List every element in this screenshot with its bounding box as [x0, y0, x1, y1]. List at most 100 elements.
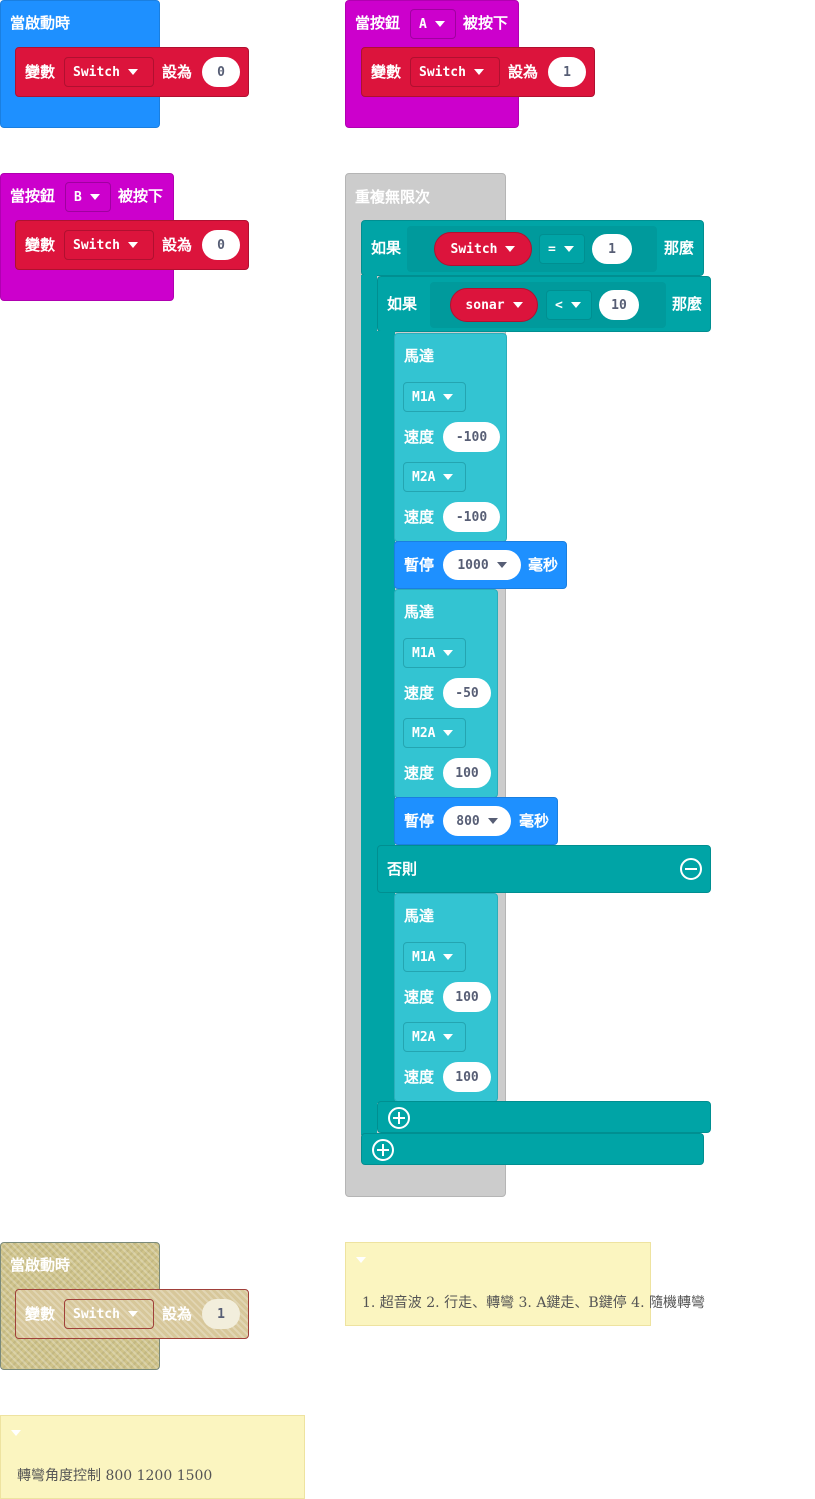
pressed-label: 被按下	[118, 187, 164, 205]
motor-block[interactable]: 馬達 M1A 速度 100 M2A 速度 100	[394, 893, 498, 1102]
set-variable-block[interactable]: 變數 Switch 設為 1	[361, 47, 595, 97]
pause-duration-dropdown[interactable]: 1000	[443, 550, 521, 580]
then-label: 那麼	[672, 295, 703, 313]
motor-m2-dropdown[interactable]: M2A	[403, 462, 466, 492]
if-inner-arm	[377, 331, 395, 1103]
chevron-down-icon	[443, 730, 454, 736]
chevron-down-icon	[570, 302, 581, 308]
chevron-down-icon	[512, 302, 523, 308]
variable-switch-reporter[interactable]: Switch	[434, 232, 532, 266]
speed-input[interactable]: -100	[443, 422, 500, 452]
motor-label: 馬達	[404, 603, 435, 621]
if-inner-footer[interactable]	[377, 1101, 711, 1133]
motor-block[interactable]: 馬達 M1A 速度 -100 M2A 速度 -100	[394, 333, 507, 542]
motor-label: 馬達	[404, 907, 435, 925]
speed-label: 速度	[404, 988, 435, 1006]
forever-label: 重複無限次	[355, 188, 431, 206]
set-to-label: 設為	[508, 63, 539, 81]
comment-text: 1. 超音波 2. 行走、轉彎 3. A鍵走、B鍵停 4. 隨機轉彎	[362, 1295, 705, 1311]
on-start-label: 當啟動時	[10, 1256, 71, 1274]
else-label: 否則	[387, 860, 418, 878]
set-to-label: 設為	[162, 1305, 193, 1323]
speed-input[interactable]: -100	[443, 502, 500, 532]
motor-m1-dropdown[interactable]: M1A	[403, 942, 466, 972]
motor-m1-dropdown[interactable]: M1A	[403, 382, 466, 412]
speed-input[interactable]: 100	[443, 982, 491, 1012]
pause-duration-dropdown[interactable]: 800	[443, 806, 511, 836]
comment-text: 轉彎角度控制 800 1200 1500	[17, 1468, 213, 1484]
speed-label: 速度	[404, 508, 435, 526]
motor-m1-dropdown[interactable]: M1A	[403, 638, 466, 668]
ms-label: 毫秒	[519, 812, 550, 830]
comment-note[interactable]: 轉彎角度控制 800 1200 1500	[0, 1415, 305, 1499]
chevron-down-icon	[443, 394, 454, 400]
button-dropdown[interactable]: A	[410, 9, 456, 39]
set-to-label: 設為	[162, 236, 193, 254]
variable-dropdown[interactable]: Switch	[64, 1299, 154, 1329]
then-label: 那麼	[664, 239, 695, 257]
set-variable-block-disabled[interactable]: 變數 Switch 設為 1	[15, 1289, 249, 1339]
chevron-down-icon	[443, 954, 454, 960]
if-block-outer[interactable]: 如果 Switch = 1 那麼	[361, 220, 704, 276]
chevron-down-icon	[487, 818, 498, 824]
set-variable-block[interactable]: 變數 Switch 設為 0	[15, 47, 249, 97]
operator-dropdown[interactable]: =	[539, 234, 585, 264]
chevron-down-icon	[496, 562, 507, 568]
chevron-down-icon	[89, 194, 100, 200]
operator-dropdown[interactable]: <	[546, 290, 592, 320]
variable-label: 變數	[371, 63, 402, 81]
pause-label: 暫停	[404, 556, 435, 574]
chevron-down-icon	[127, 242, 138, 248]
on-start-label: 當啟動時	[10, 14, 71, 32]
remove-branch-icon[interactable]	[680, 858, 702, 880]
speed-input[interactable]: 100	[443, 1062, 491, 1092]
value-input[interactable]: 0	[202, 57, 240, 87]
if-outer-arm	[361, 275, 377, 1135]
speed-input[interactable]: -50	[443, 678, 491, 708]
motor-label: 馬達	[404, 347, 435, 365]
pressed-label: 被按下	[463, 14, 509, 32]
chevron-down-icon	[127, 1311, 138, 1317]
variable-dropdown[interactable]: Switch	[64, 57, 154, 87]
variable-dropdown[interactable]: Switch	[410, 57, 500, 87]
on-button-label: 當按鈕	[355, 14, 401, 32]
speed-label: 速度	[404, 684, 435, 702]
chevron-down-icon	[434, 21, 445, 27]
if-outer-footer[interactable]	[361, 1133, 704, 1165]
motor-m2-dropdown[interactable]: M2A	[403, 718, 466, 748]
set-variable-block[interactable]: 變數 Switch 設為 0	[15, 220, 249, 270]
add-branch-icon[interactable]	[372, 1139, 394, 1161]
compare-value-input[interactable]: 10	[599, 290, 639, 320]
variable-sonar-reporter[interactable]: sonar	[450, 288, 538, 322]
collapse-icon[interactable]	[356, 1257, 366, 1263]
if-label: 如果	[387, 295, 418, 313]
pause-block[interactable]: 暫停 1000 毫秒	[394, 541, 567, 589]
comment-note[interactable]: 1. 超音波 2. 行走、轉彎 3. A鍵走、B鍵停 4. 隨機轉彎	[345, 1242, 705, 1326]
if-block-inner[interactable]: 如果 sonar < 10 那麼	[377, 276, 711, 332]
motor-block[interactable]: 馬達 M1A 速度 -50 M2A 速度 100	[394, 589, 498, 798]
value-input[interactable]: 1	[548, 57, 586, 87]
pause-block[interactable]: 暫停 800 毫秒	[394, 797, 558, 845]
else-block[interactable]: 否則	[377, 845, 711, 893]
variable-name: Switch	[73, 64, 120, 80]
ms-label: 毫秒	[528, 556, 559, 574]
speed-label: 速度	[404, 1068, 435, 1086]
value-input[interactable]: 0	[202, 230, 240, 260]
variable-dropdown[interactable]: Switch	[64, 230, 154, 260]
motor-m2-dropdown[interactable]: M2A	[403, 1022, 466, 1052]
chevron-down-icon	[443, 650, 454, 656]
button-dropdown[interactable]: B	[65, 182, 111, 212]
variable-label: 變數	[25, 236, 56, 254]
speed-input[interactable]: 100	[443, 758, 491, 788]
collapse-icon[interactable]	[11, 1430, 21, 1436]
chevron-down-icon	[443, 474, 454, 480]
chevron-down-icon	[563, 246, 574, 252]
add-branch-icon[interactable]	[388, 1107, 410, 1129]
compare-value-input[interactable]: 1	[592, 234, 632, 264]
chevron-down-icon	[443, 1034, 454, 1040]
value-input[interactable]: 1	[202, 1299, 240, 1329]
pause-label: 暫停	[404, 812, 435, 830]
speed-label: 速度	[404, 764, 435, 782]
on-button-label: 當按鈕	[10, 187, 56, 205]
chevron-down-icon	[127, 69, 138, 75]
